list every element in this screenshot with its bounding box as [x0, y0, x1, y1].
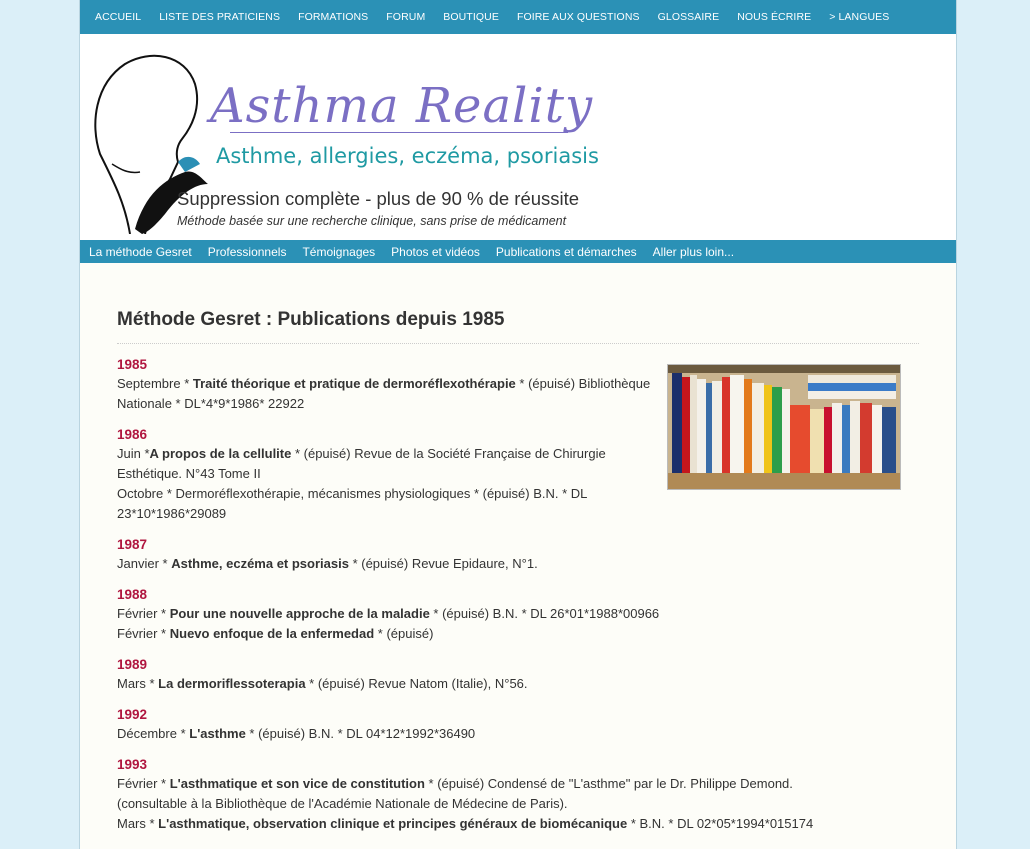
subnav-publications[interactable]: Publications et démarches [496, 245, 637, 259]
publication-entry: Février * Pour une nouvelle approche de … [117, 604, 662, 624]
top-navigation: ACCUEIL LISTE DES PRATICIENS FORMATIONS … [80, 0, 956, 34]
bookshelf-photo [667, 364, 901, 490]
page-container: ACCUEIL LISTE DES PRATICIENS FORMATIONS … [79, 0, 957, 849]
entry-title: La dermoriflessoterapia [158, 676, 306, 691]
publication-year: 1987 [117, 537, 148, 552]
entry-prefix: Juin * [117, 446, 150, 461]
publication-entry: Février * L'asthmatique et son vice de c… [117, 774, 817, 814]
subnav-temoignages[interactable]: Témoignages [302, 245, 375, 259]
site-claim: Suppression complète - plus de 90 % de r… [177, 188, 580, 209]
site-subtitle: Asthme, allergies, eczéma, psoriasis [216, 144, 599, 168]
entry-prefix: Mars * [117, 676, 159, 691]
topnav-glossaire[interactable]: GLOSSAIRE [658, 11, 720, 23]
entry-details: * (épuisé) Revue Epidaure, N°1. [348, 556, 538, 571]
page-title: Méthode Gesret : Publications depuis 198… [117, 309, 919, 344]
title-underline [230, 132, 568, 133]
secondary-navigation: La méthode Gesret Professionnels Témoign… [80, 240, 956, 263]
subnav-photos-videos[interactable]: Photos et vidéos [391, 245, 480, 259]
entry-title: L'asthmatique, observation clinique et p… [158, 816, 628, 831]
publication-year-block: 1993 Février * L'asthmatique et son vice … [117, 756, 919, 834]
publication-year-block: 1992 Décembre * L'asthme * (épuisé) B.N. … [117, 706, 919, 744]
entry-details: * B.N. * DL 02*05*1994*015174 [627, 816, 814, 831]
entry-prefix: Décembre * [117, 726, 190, 741]
entry-details: * (épuisé) Revue Natom (Italie), N°56. [305, 676, 528, 691]
publication-entry: Octobre * Dermoréflexothérapie, mécanism… [117, 484, 662, 524]
topnav-liste-praticiens[interactable]: LISTE DES PRATICIENS [159, 11, 280, 23]
publication-year: 1992 [117, 707, 148, 722]
topnav-faq[interactable]: FOIRE AUX QUESTIONS [517, 11, 640, 23]
publication-entry: Septembre * Traité théorique et pratique… [117, 374, 662, 414]
subnav-methode-gesret[interactable]: La méthode Gesret [89, 245, 192, 259]
entry-title: A propos de la cellulite [149, 446, 292, 461]
publication-year-block: 1987 Janvier * Asthme, eczéma et psoriasi… [117, 536, 919, 574]
entry-title: L'asthme [189, 726, 246, 741]
main-content: Méthode Gesret : Publications depuis 198… [80, 263, 956, 834]
publication-year-block: 1988 Février * Pour une nouvelle approche… [117, 586, 919, 644]
entry-details: * (épuisé) B.N. * DL 26*01*1988*00966 [429, 606, 660, 621]
publication-entry: Juin *A propos de la cellulite * (épuisé… [117, 444, 662, 484]
entry-details: * (épuisé) [374, 626, 434, 641]
publication-year-block: 1989 Mars * La dermoriflessoterapia * (ép… [117, 656, 919, 694]
topnav-accueil[interactable]: ACCUEIL [95, 11, 141, 23]
entry-prefix: Mars * [117, 816, 159, 831]
entry-prefix: Février * [117, 606, 170, 621]
entry-prefix: Février * [117, 776, 170, 791]
publication-year: 1989 [117, 657, 148, 672]
entry-title: L'asthmatique et son vice de constitutio… [169, 776, 425, 791]
publication-year: 1993 [117, 757, 148, 772]
topnav-formations[interactable]: FORMATIONS [298, 11, 368, 23]
entry-prefix: Septembre * [117, 376, 193, 391]
publication-entry: Mars * La dermoriflessoterapia * (épuisé… [117, 674, 662, 694]
entry-title: Nuevo enfoque de la enfermedad [169, 626, 375, 641]
subnav-professionnels[interactable]: Professionnels [208, 245, 287, 259]
publication-entry: Mars * L'asthmatique, observation cliniq… [117, 814, 817, 834]
site-title[interactable]: Asthma Reality [210, 78, 593, 134]
publication-entry: Février * Nuevo enfoque de la enfermedad… [117, 624, 662, 644]
entry-prefix: Octobre * Dermoréflexothérapie, mécanism… [117, 486, 587, 521]
topnav-boutique[interactable]: BOUTIQUE [443, 11, 499, 23]
entry-title: Pour une nouvelle approche de la maladie [169, 606, 430, 621]
topnav-forum[interactable]: FORUM [386, 11, 425, 23]
entry-prefix: Janvier * [117, 556, 172, 571]
topnav-langues[interactable]: > LANGUES [829, 11, 889, 23]
entry-prefix: Février * [117, 626, 170, 641]
publication-entry: Janvier * Asthme, eczéma et psoriasis * … [117, 554, 662, 574]
entry-title: Asthme, eczéma et psoriasis [171, 556, 349, 571]
subnav-aller-plus-loin[interactable]: Aller plus loin... [653, 245, 734, 259]
publication-year: 1988 [117, 587, 148, 602]
entry-title: Traité théorique et pratique de dermoréf… [192, 376, 516, 391]
site-method-tagline: Méthode basée sur une recherche clinique… [177, 214, 567, 228]
entry-details: * (épuisé) B.N. * DL 04*12*1992*36490 [245, 726, 476, 741]
site-header: Asthma Reality Asthme, allergies, eczéma… [80, 34, 956, 240]
topnav-nous-ecrire[interactable]: NOUS ÉCRIRE [737, 11, 811, 23]
publication-entry: Décembre * L'asthme * (épuisé) B.N. * DL… [117, 724, 662, 744]
